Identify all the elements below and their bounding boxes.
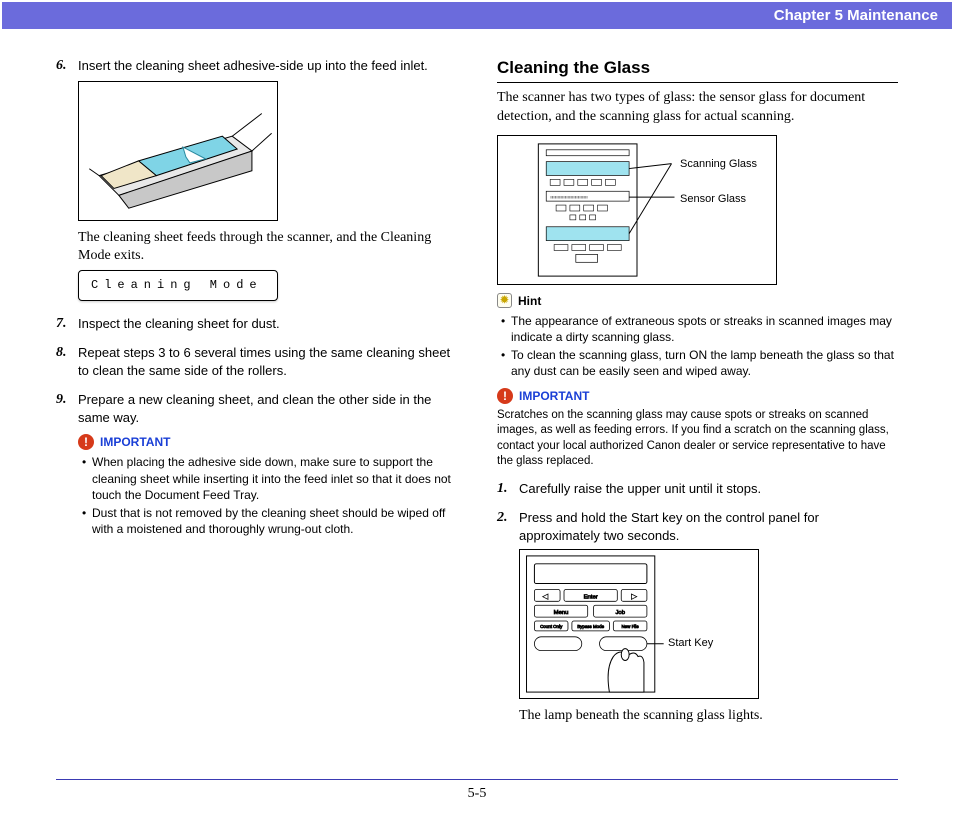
bullet-item: The appearance of extraneous spots or st…	[501, 313, 898, 345]
step-9: 9. Prepare a new cleaning sheet, and cle…	[56, 391, 457, 537]
step-caption: The cleaning sheet feeds through the sca…	[78, 229, 457, 267]
left-column: 6. Insert the cleaning sheet adhesive-si…	[56, 57, 457, 737]
important-paragraph: Scratches on the scanning glass may caus…	[497, 408, 898, 470]
step-number: 9.	[56, 391, 67, 410]
figure-control-panel: ◀ Enter ▶ Menu Job Count Only Bypass Mod…	[519, 549, 759, 699]
sensor-glass-label: Sensor Glass	[680, 192, 746, 207]
svg-text:▶: ▶	[631, 593, 637, 600]
figure-glass-types: ||||||||||||||||||||||||||||||||||||||||…	[497, 135, 777, 285]
important-label: ! IMPORTANT	[78, 434, 457, 450]
step-text: Repeat steps 3 to 6 several times using …	[78, 345, 450, 378]
hint-label: ✹ Hint	[497, 293, 898, 309]
step-text: Inspect the cleaning sheet for dust.	[78, 316, 280, 331]
step-number: 2.	[497, 509, 508, 528]
step-7: 7. Inspect the cleaning sheet for dust.	[56, 315, 457, 333]
svg-text:Menu: Menu	[554, 610, 569, 616]
svg-text:Count Only: Count Only	[540, 623, 563, 628]
svg-text:◀: ◀	[543, 593, 549, 600]
section-intro: The scanner has two types of glass: the …	[497, 89, 898, 127]
step-number: 6.	[56, 57, 67, 76]
page-number: 5-5	[0, 786, 954, 802]
step-number: 8.	[56, 344, 67, 363]
bulb-icon: ✹	[497, 293, 512, 308]
step-number: 7.	[56, 315, 67, 334]
important-text-label: IMPORTANT	[100, 434, 170, 450]
svg-text:||||||||||||||||||||||||||||||: ||||||||||||||||||||||||||||||||||||||||…	[550, 195, 588, 199]
important-label: ! IMPORTANT	[497, 388, 898, 404]
exclamation-icon: !	[497, 388, 513, 404]
svg-text:Enter: Enter	[584, 594, 598, 600]
chapter-header: Chapter 5 Maintenance	[2, 2, 952, 29]
hint-text-label: Hint	[518, 293, 541, 309]
scanning-glass-label: Scanning Glass	[680, 157, 757, 172]
exclamation-icon: !	[78, 434, 94, 450]
step-2: 2. Press and hold the Start key on the c…	[497, 509, 898, 725]
step-text: Carefully raise the upper unit until it …	[519, 481, 761, 496]
bullet-item: Dust that is not removed by the cleaning…	[82, 505, 457, 537]
figure-feed-inlet	[78, 81, 278, 221]
important-bullets: When placing the adhesive side down, mak…	[78, 454, 457, 537]
start-key-label: Start Key	[668, 636, 713, 651]
step-6: 6. Insert the cleaning sheet adhesive-si…	[56, 57, 457, 301]
hint-bullets: The appearance of extraneous spots or st…	[497, 313, 898, 380]
svg-text:Job: Job	[615, 610, 625, 616]
page-body: 6. Insert the cleaning sheet adhesive-si…	[0, 29, 954, 737]
step-text: Press and hold the Start key on the cont…	[519, 510, 819, 543]
step-text: Insert the cleaning sheet adhesive-side …	[78, 58, 428, 73]
bullet-item: When placing the adhesive side down, mak…	[82, 454, 457, 503]
important-text-label: IMPORTANT	[519, 388, 589, 404]
svg-text:New File: New File	[621, 623, 639, 628]
svg-text:Bypass Mode: Bypass Mode	[577, 623, 604, 628]
step-8: 8. Repeat steps 3 to 6 several times usi…	[56, 344, 457, 379]
section-heading: Cleaning the Glass	[497, 57, 898, 83]
panel-caption: The lamp beneath the scanning glass ligh…	[519, 707, 898, 726]
lcd-display: Cleaning Mode	[78, 270, 278, 300]
right-column: Cleaning the Glass The scanner has two t…	[497, 57, 898, 737]
step-number: 1.	[497, 480, 508, 499]
bullet-item: To clean the scanning glass, turn ON the…	[501, 347, 898, 379]
footer-rule	[56, 779, 898, 780]
step-text: Prepare a new cleaning sheet, and clean …	[78, 392, 431, 425]
step-1: 1. Carefully raise the upper unit until …	[497, 480, 898, 498]
